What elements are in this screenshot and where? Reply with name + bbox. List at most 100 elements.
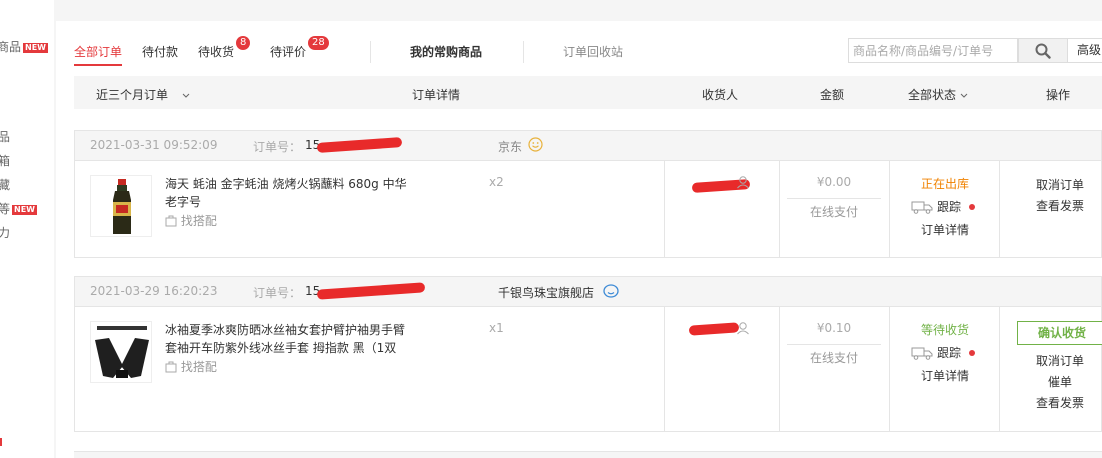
chevron-down-icon [960,93,968,98]
sidebar-item-label: 箱 [0,154,11,168]
chevron-down-icon [182,93,190,98]
divider [999,307,1000,431]
sidebar-item[interactable]: 商品 NEW [0,38,48,55]
period-filter[interactable]: 近三个月订单 [96,86,190,103]
redaction-mark [316,282,426,300]
chat-bubble-icon[interactable] [603,284,619,299]
search-input[interactable] [848,38,1018,63]
sidebar-marker [0,438,2,446]
divider [779,161,780,257]
find-match-label: 找搭配 [180,360,217,374]
next-order-header [74,451,1102,458]
tab-label: 待收货 [198,45,235,59]
order-actions: 取消订单 催单 查看发票 [1005,351,1102,414]
order-detail-link[interactable]: 订单详情 [890,221,1000,238]
order-header: 2021-03-29 16:20:23 订单号： 15 千银鸟珠宝旗舰店 [75,277,1101,307]
orders-panel: 全部订单 待付款 待收货 8 待评价 28 我的常购商品 订单回收站 高级 近三… [56,21,1102,458]
count-badge: 8 [236,36,251,50]
order-datetime: 2021-03-31 09:52:09 [90,138,218,152]
notification-dot [969,349,976,356]
product-name-link[interactable]: 海天 蚝油 金字蚝油 烧烤火锅蘸料 680g 中华老字号 [165,175,415,211]
find-match-link[interactable]: 找搭配 [165,358,217,375]
pay-method: 在线支付 [809,351,858,365]
order-body: 海天 蚝油 金字蚝油 烧烤火锅蘸料 680g 中华老字号 找搭配 x2 ¥0.0… [75,161,1101,257]
quantity: x2 [489,175,504,189]
order-body: 冰袖夏季冰爽防晒冰丝袖女套护臂护袖男手臂套袖开车防紫外线冰丝手套 拇指款 黑（1… [75,307,1102,431]
order-actions: 取消订单 查看发票 [1005,175,1102,217]
sidebar-item-label: 力 [0,226,11,240]
view-invoice-link[interactable]: 查看发票 [1005,393,1102,414]
sidebar-item[interactable]: 等 NEW [0,200,37,217]
divider [787,344,881,345]
sidebar-item[interactable]: 品 [0,128,10,145]
confirm-receipt-button[interactable]: 确认收货 [1017,321,1102,345]
track-link[interactable]: 跟踪 [911,198,976,215]
divider [370,41,371,63]
sidebar-item[interactable]: 箱 [0,152,10,169]
product-thumbnail[interactable] [90,321,152,383]
order-detail-link[interactable]: 订单详情 [890,367,1000,384]
divider [664,307,665,431]
count-badge: 28 [308,36,329,50]
tab-to-receive[interactable]: 待收货 8 [198,36,251,60]
bag-icon [165,361,177,373]
table-header: 近三个月订单 订单详情 收货人 金额 全部状态 操作 [74,76,1102,109]
tab-to-review[interactable]: 待评价 28 [270,36,329,60]
shop-name[interactable]: 京东 [498,138,522,155]
tab-frequent-products[interactable]: 我的常购商品 [410,43,482,60]
product-name-link[interactable]: 冰袖夏季冰爽防晒冰丝袖女套护臂护袖男手臂套袖开车防紫外线冰丝手套 拇指款 黑（1… [165,321,415,357]
status-filter[interactable]: 全部状态 [908,86,968,103]
find-match-label: 找搭配 [180,214,217,228]
order-card: 2021-03-29 16:20:23 订单号： 15 千银鸟珠宝旗舰店 冰袖夏 [74,276,1102,432]
product-thumbnail[interactable] [90,175,152,237]
user-icon[interactable] [736,175,750,189]
track-label: 跟踪 [937,346,962,360]
left-sidebar: 商品 NEW 品 箱 藏 等 NEW 力 [0,0,54,458]
track-label: 跟踪 [937,200,962,214]
order-number-label: 订单号： [253,286,302,300]
urge-order-link[interactable]: 催单 [1005,372,1102,393]
track-link[interactable]: 跟踪 [911,344,976,361]
order-status: 正在出库 [920,177,969,191]
product-sleeve-image [91,322,151,382]
sidebar-item-label: 等 [0,202,11,216]
quantity: x1 [489,321,504,335]
product-bottle-image [113,179,131,234]
order-datetime: 2021-03-29 16:20:23 [90,284,218,298]
order-card: 2021-03-31 09:52:09 订单号： 15 京东 海天 蚝油 金字蚝… [74,130,1102,258]
advanced-search-button[interactable]: 高级 [1068,38,1102,63]
order-amount: ¥0.10 [816,321,852,335]
new-badge: NEW [23,43,48,53]
sidebar-item[interactable]: 力 [0,224,10,241]
cancel-order-link[interactable]: 取消订单 [1005,175,1102,196]
actions-header: 操作 [1046,88,1071,102]
bag-icon [165,215,177,227]
details-header: 订单详情 [412,88,461,102]
tab-to-pay[interactable]: 待付款 [142,43,178,60]
search-icon [1035,43,1051,59]
redaction-mark [316,137,403,153]
smile-chat-icon[interactable] [528,137,543,152]
new-badge: NEW [12,205,37,215]
cancel-order-link[interactable]: 取消订单 [1005,351,1102,372]
divider [523,41,524,63]
status-label: 全部状态 [908,88,957,102]
sidebar-item-label: 藏 [0,178,11,192]
top-strip [56,0,1102,21]
find-match-link[interactable]: 找搭配 [165,212,217,229]
tab-recycle-bin[interactable]: 订单回收站 [563,43,623,60]
amount-header: 金额 [820,88,845,102]
truck-icon [911,201,933,214]
notification-dot [969,203,976,210]
sidebar-item-label: 商品 [0,40,22,54]
shop-name[interactable]: 千银鸟珠宝旗舰店 [498,284,594,301]
user-icon[interactable] [736,321,750,335]
divider [999,161,1000,257]
sidebar-item[interactable]: 藏 [0,176,10,193]
order-header: 2021-03-31 09:52:09 订单号： 15 京东 [75,131,1101,161]
view-invoice-link[interactable]: 查看发票 [1005,196,1102,217]
period-label: 近三个月订单 [96,88,169,102]
sidebar-item-label: 品 [0,130,11,144]
tab-all-orders[interactable]: 全部订单 [74,43,123,66]
search-button[interactable] [1018,38,1068,63]
